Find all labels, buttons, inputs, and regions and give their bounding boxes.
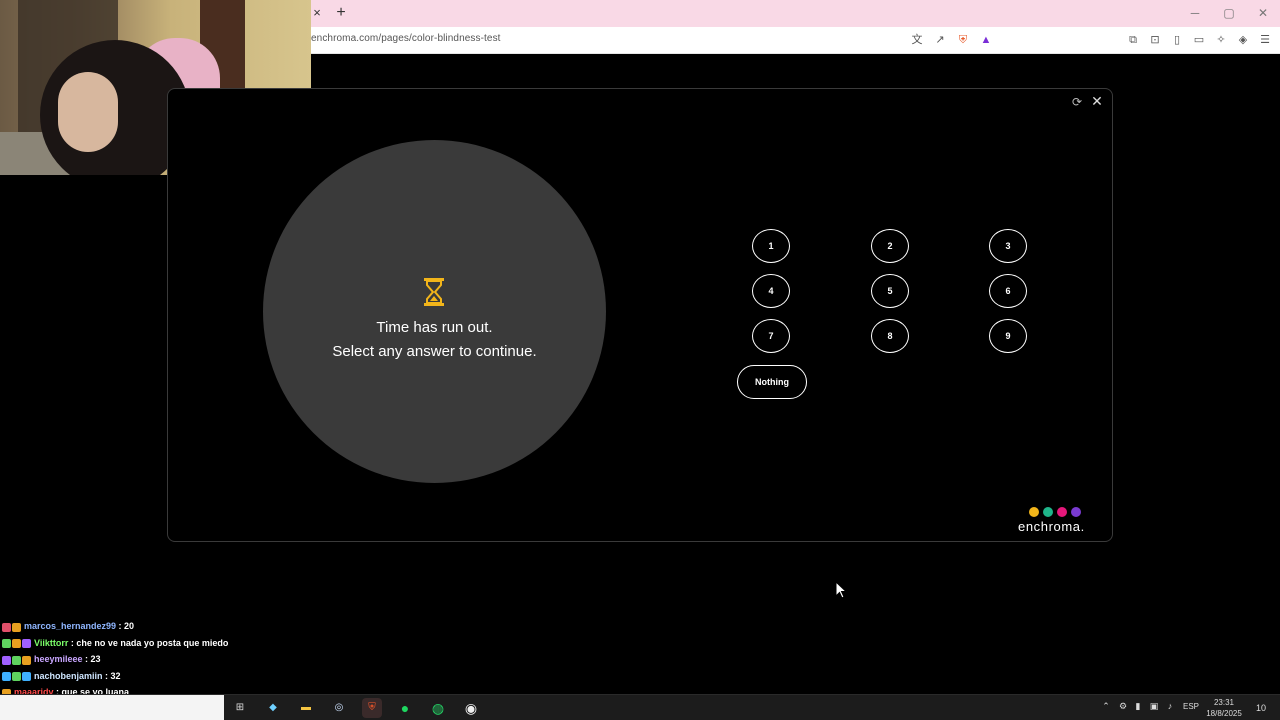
enchroma-logo-dots — [1029, 507, 1081, 517]
mic-icon[interactable]: ▮ — [1131, 699, 1145, 713]
chat-message: heeymileee : 23 — [2, 654, 101, 668]
leo-ai-icon[interactable]: ✧ — [1212, 31, 1230, 49]
chat-badge-icon — [12, 639, 21, 649]
chat-badges — [2, 638, 32, 649]
chat-message-text: che no ve nada yo posta que miedo — [76, 637, 229, 648]
chevron-up-icon[interactable]: ⌃ — [1099, 699, 1113, 713]
chat-badge-icon — [22, 639, 31, 649]
chat-username[interactable]: marcos_hernandez99 — [24, 621, 116, 631]
translate-icon[interactable]: 文 — [908, 31, 926, 49]
wallet-icon[interactable]: ▭ — [1190, 31, 1208, 49]
new-tab-button[interactable]: + — [333, 3, 349, 23]
chat-badge-icon — [2, 639, 11, 649]
maximize-button[interactable]: ▢ — [1212, 0, 1246, 27]
enchroma-logo: enchroma. — [1018, 519, 1085, 534]
share-icon[interactable]: ↗ — [931, 31, 949, 49]
refresh-icon[interactable]: ⟳ — [1069, 94, 1085, 110]
chat-message: marcos_hernandez99 : 20 — [2, 621, 134, 635]
answer-button-4[interactable]: 4 — [752, 274, 790, 308]
minimize-button[interactable]: ─ — [1178, 0, 1212, 27]
taskbar-search[interactable] — [0, 695, 224, 720]
chat-badge-icon — [22, 655, 31, 665]
logo-dot-purple — [1071, 507, 1081, 517]
windows-taskbar: ⊞ ◆ ▬ ◎ ⛨ ● ◍ ◉ ESP 23:31 18/8/2025 10 — [0, 694, 1280, 720]
answer-button-1[interactable]: 1 — [752, 229, 790, 263]
chat-badges — [2, 671, 32, 682]
window-controls: ─ ▢ ✕ — [1178, 0, 1280, 27]
obs-icon[interactable]: ◉ — [461, 698, 481, 718]
chat-badge-icon — [22, 672, 31, 682]
close-window-button[interactable]: ✕ — [1246, 0, 1280, 27]
keyboard-language[interactable]: ESP — [1183, 702, 1199, 711]
chat-message: nachobenjamiin : 32 — [2, 671, 121, 685]
steam-icon[interactable]: ◎ — [329, 698, 349, 718]
timeout-message: Time has run out. — [376, 319, 493, 336]
copilot-icon[interactable]: ◆ — [263, 698, 283, 718]
clock-time: 23:31 — [1213, 698, 1235, 707]
chat-badge-icon — [12, 655, 21, 665]
task-view-icon[interactable]: ⊞ — [230, 698, 250, 718]
answer-button-6[interactable]: 6 — [989, 274, 1027, 308]
chat-message-text: 32 — [110, 670, 121, 681]
address-bar[interactable]: enchroma.com/pages/color-blindness-test — [311, 33, 501, 44]
notification-center-button[interactable]: 10 — [1252, 699, 1270, 717]
chat-username[interactable]: heeymileee — [34, 654, 83, 664]
chat-message-text: 23 — [90, 654, 101, 665]
close-test-button[interactable]: ✕ — [1089, 93, 1105, 109]
spotify-icon[interactable]: ● — [395, 698, 415, 718]
brave-shield-icon[interactable]: ⛨ — [954, 31, 972, 49]
answer-button-nothing[interactable]: Nothing — [737, 365, 807, 399]
chat-badge-icon — [2, 672, 11, 682]
answer-button-3[interactable]: 3 — [989, 229, 1027, 263]
answer-button-8[interactable]: 8 — [871, 319, 909, 353]
chat-badge-icon — [2, 655, 11, 665]
chat-badge-icon — [12, 672, 21, 682]
network-icon[interactable]: ▣ — [1147, 699, 1161, 713]
clock-date: 18/8/2025 — [1206, 709, 1242, 718]
chat-badges — [2, 655, 32, 665]
tab-search-icon[interactable]: ⊡ — [1146, 31, 1164, 49]
answer-button-9[interactable]: 9 — [989, 319, 1027, 353]
vpn-icon[interactable]: ◈ — [1234, 31, 1252, 49]
chat-badges — [2, 622, 22, 632]
file-explorer-icon[interactable]: ▬ — [296, 698, 316, 718]
chat-separator: : — [116, 621, 125, 631]
chat-badge-icon — [2, 622, 11, 632]
chat-message: Viikttorr : che no ve nada yo posta que … — [2, 638, 228, 652]
brave-rewards-icon[interactable]: ▲ — [977, 31, 995, 49]
webcam-face — [58, 72, 118, 152]
answer-button-7[interactable]: 7 — [752, 319, 790, 353]
tab-close-icon[interactable]: × — [309, 4, 325, 22]
chat-message-text: 20 — [124, 621, 135, 631]
toolbar-actions: ⧉ ⊡ ▯ ▭ ✧ ◈ ☰ — [1124, 31, 1274, 49]
answer-button-2[interactable]: 2 — [871, 229, 909, 263]
chat-username[interactable]: nachobenjamiin — [34, 671, 103, 681]
chat-badge-icon — [12, 622, 21, 632]
extensions-icon[interactable]: ⧉ — [1124, 31, 1142, 49]
tray-app-icon[interactable]: ⚙ — [1116, 699, 1130, 713]
volume-icon[interactable]: ♪ — [1163, 699, 1177, 713]
address-bar-actions: 文 ↗ ⛨ ▲ — [908, 31, 995, 49]
chat-separator: : — [82, 654, 91, 665]
test-plate — [263, 140, 606, 483]
answer-button-5[interactable]: 5 — [871, 274, 909, 308]
whatsapp-icon[interactable]: ◍ — [428, 698, 448, 718]
chat-separator: : — [102, 670, 111, 681]
hourglass-icon — [424, 278, 444, 306]
brave-icon[interactable]: ⛨ — [362, 698, 382, 718]
logo-dot-green — [1043, 507, 1053, 517]
hourglass-sand — [430, 296, 438, 301]
logo-dot-yellow — [1029, 507, 1039, 517]
logo-dot-pink — [1057, 507, 1067, 517]
chat-username[interactable]: Viikttorr — [34, 638, 68, 648]
mouse-cursor-icon — [835, 581, 847, 599]
menu-icon[interactable]: ☰ — [1256, 31, 1274, 49]
sidebar-icon[interactable]: ▯ — [1168, 31, 1186, 49]
timeout-instruction: Select any answer to continue. — [332, 343, 537, 360]
clock[interactable]: 23:31 18/8/2025 — [1204, 697, 1244, 719]
